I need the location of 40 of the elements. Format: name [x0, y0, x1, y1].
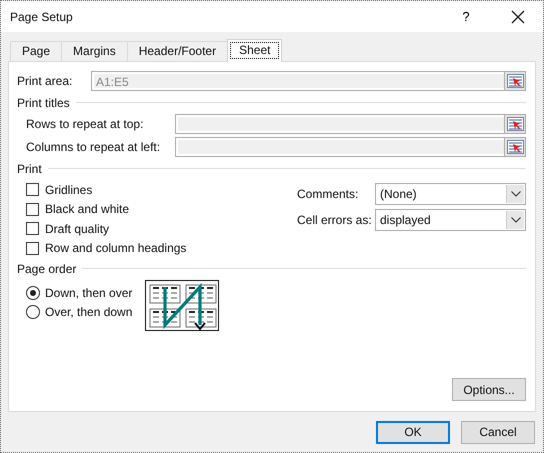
reference-field[interactable] [175, 136, 526, 156]
checkbox[interactable] [26, 242, 39, 255]
field-label: Columns to repeat at left: [26, 140, 162, 154]
dropdown-label: Comments: [297, 187, 360, 201]
radio-label: Down, then over [45, 286, 132, 300]
help-button[interactable]: ? [451, 2, 481, 30]
dialog-button[interactable]: OK [376, 420, 450, 444]
collapse-icon [506, 74, 524, 88]
refedit-button[interactable] [504, 138, 525, 156]
checkbox[interactable] [26, 202, 39, 216]
dropdown-label: Cell errors as: [297, 213, 373, 227]
checkbox-label: Black and white [45, 202, 130, 216]
refedit-button[interactable] [504, 72, 525, 90]
refedit-button[interactable] [504, 114, 525, 132]
section-title: Print titles [17, 96, 70, 110]
checkbox[interactable] [26, 183, 39, 196]
radio-button[interactable] [26, 286, 40, 300]
options-button[interactable]: Options... [452, 378, 526, 401]
field-label: Rows to repeat at top: [26, 116, 144, 130]
chevron-down-icon [510, 217, 520, 223]
checkbox-label: Row and column headings [45, 241, 186, 256]
tab[interactable]: Sheet [227, 39, 282, 62]
radio-label: Over, then down [45, 304, 132, 318]
window-title: Page Setup [10, 10, 74, 24]
collapse-icon [506, 140, 524, 154]
tab[interactable]: Page [10, 41, 62, 61]
dialog-button[interactable]: Cancel [461, 420, 535, 444]
chevron-down-icon [510, 191, 520, 197]
checkbox-label: Draft quality [45, 222, 110, 236]
checkbox[interactable] [26, 222, 39, 236]
reference-field[interactable] [175, 114, 526, 134]
field-label: Print area: [17, 74, 74, 88]
dropdown[interactable]: (None) [375, 183, 526, 205]
close-icon[interactable] [511, 10, 525, 24]
collapse-icon [506, 116, 524, 130]
dropdown[interactable]: displayed [375, 209, 526, 231]
section-title: Print [17, 162, 42, 176]
checkbox-label: Gridlines [45, 182, 92, 197]
section-title: Page order [17, 262, 76, 276]
radio-button[interactable] [26, 304, 40, 318]
